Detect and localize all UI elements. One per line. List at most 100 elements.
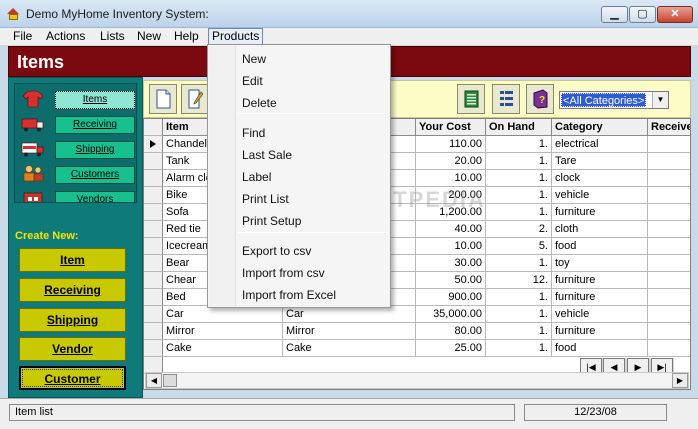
menu-item-edit[interactable]: Edit (209, 70, 389, 92)
cell-on-hand[interactable]: 1. (486, 323, 552, 340)
cell-on-hand[interactable]: 2. (486, 221, 552, 238)
horizontal-scrollbar[interactable]: ◀ ▶ (145, 372, 689, 389)
cell-category[interactable]: clock (552, 170, 648, 187)
column-header-received[interactable]: Receive (648, 119, 690, 136)
cell-received[interactable] (648, 187, 690, 204)
cell-your-cost[interactable]: 110.00 (416, 136, 486, 153)
cell-received[interactable] (648, 136, 690, 153)
cell-your-cost[interactable]: 80.00 (416, 323, 486, 340)
create-receiving-button[interactable]: Receiving (19, 278, 126, 302)
chevron-down-icon[interactable]: ▼ (652, 92, 668, 108)
menu-actions[interactable]: Actions (43, 28, 88, 46)
menu-item-new[interactable]: New (209, 48, 389, 70)
new-document-button[interactable] (149, 84, 177, 114)
cell-received[interactable] (648, 306, 690, 323)
edit-button[interactable] (181, 84, 209, 114)
create-item-button[interactable]: Item (19, 248, 126, 272)
cell-your-cost[interactable]: 50.00 (416, 272, 486, 289)
menu-item-import-from-excel[interactable]: Import from Excel (209, 284, 389, 306)
menu-file[interactable]: File (10, 28, 35, 46)
menu-lists[interactable]: Lists (97, 28, 128, 46)
report-button[interactable] (457, 84, 485, 114)
cell-on-hand[interactable]: 12. (486, 272, 552, 289)
row-indicator[interactable] (144, 255, 163, 272)
row-indicator[interactable] (144, 204, 163, 221)
row-indicator[interactable] (144, 187, 163, 204)
cell-received[interactable] (648, 289, 690, 306)
help-book-button[interactable]: ? (526, 84, 554, 114)
cell-category[interactable]: food (552, 238, 648, 255)
column-header-on-hand[interactable]: On Hand (486, 119, 552, 136)
menu-item-print-list[interactable]: Print List (209, 188, 389, 210)
cell-your-cost[interactable]: 30.00 (416, 255, 486, 272)
cell-your-cost[interactable]: 25.00 (416, 340, 486, 357)
cell-your-cost[interactable]: 35,000.00 (416, 306, 486, 323)
cell-on-hand[interactable]: 1. (486, 170, 552, 187)
create-customer-button[interactable]: Customer (19, 366, 126, 390)
nav-customers-button[interactable]: Customers (55, 166, 135, 184)
cell-received[interactable] (648, 323, 690, 340)
cell-category[interactable]: cloth (552, 221, 648, 238)
row-indicator[interactable] (144, 136, 163, 153)
scroll-right-icon[interactable]: ▶ (672, 373, 688, 388)
cell-your-cost[interactable]: 10.00 (416, 170, 486, 187)
cell-category[interactable]: food (552, 340, 648, 357)
nav-shipping-button[interactable]: Shipping (55, 141, 135, 159)
menu-item-import-from-csv[interactable]: Import from csv (209, 262, 389, 284)
menu-item-delete[interactable]: Delete (209, 92, 389, 114)
column-header-your-cost[interactable]: Your Cost (416, 119, 486, 136)
nav-items-button[interactable]: Items (55, 91, 135, 109)
create-vendor-button[interactable]: Vendor (19, 337, 126, 361)
menu-item-print-setup[interactable]: Print Setup (209, 210, 389, 232)
cell-on-hand[interactable]: 1. (486, 255, 552, 272)
cell-category[interactable]: Tare (552, 153, 648, 170)
scroll-thumb[interactable] (163, 374, 177, 387)
menu-item-last-sale[interactable]: Last Sale (209, 144, 389, 166)
cell-on-hand[interactable]: 1. (486, 289, 552, 306)
row-indicator[interactable] (144, 238, 163, 255)
category-select[interactable]: <All Categories> ▼ (559, 91, 669, 109)
cell-category[interactable]: furniture (552, 323, 648, 340)
close-button[interactable]: ✕ (657, 6, 693, 23)
cell-on-hand[interactable]: 1. (486, 136, 552, 153)
row-indicator[interactable] (144, 272, 163, 289)
cell-received[interactable] (648, 153, 690, 170)
cell-on-hand[interactable]: 1. (486, 153, 552, 170)
column-header-category[interactable]: Category (552, 119, 648, 136)
cell-item[interactable]: Mirror (163, 323, 283, 340)
menu-item-export-to-csv[interactable]: Export to csv (209, 240, 389, 262)
cell-category[interactable]: vehicle (552, 187, 648, 204)
cell-item[interactable]: Car (163, 306, 283, 323)
cell-on-hand[interactable]: 1. (486, 340, 552, 357)
cell-received[interactable] (648, 170, 690, 187)
menu-new[interactable]: New (134, 28, 164, 46)
create-shipping-button[interactable]: Shipping (19, 308, 126, 332)
cell-category[interactable]: furniture (552, 289, 648, 306)
cell-on-hand[interactable]: 1. (486, 204, 552, 221)
cell-description[interactable]: Mirror (283, 323, 416, 340)
row-indicator[interactable] (144, 153, 163, 170)
cell-your-cost[interactable]: 40.00 (416, 221, 486, 238)
row-indicator[interactable] (144, 170, 163, 187)
row-indicator[interactable] (144, 340, 163, 357)
cell-received[interactable] (648, 255, 690, 272)
row-indicator[interactable] (144, 306, 163, 323)
cell-description[interactable]: Car (283, 306, 416, 323)
cell-received[interactable] (648, 340, 690, 357)
menu-item-label[interactable]: Label (209, 166, 389, 188)
cell-item[interactable]: Cake (163, 340, 283, 357)
scroll-left-icon[interactable]: ◀ (146, 373, 162, 388)
cell-on-hand[interactable]: 5. (486, 238, 552, 255)
cell-on-hand[interactable]: 1. (486, 187, 552, 204)
nav-vendors-button[interactable]: Vendors (55, 191, 135, 202)
cell-category[interactable]: vehicle (552, 306, 648, 323)
list-view-button[interactable] (492, 84, 520, 114)
cell-category[interactable]: furniture (552, 204, 648, 221)
nav-receiving-button[interactable]: Receiving (55, 116, 135, 134)
row-indicator[interactable] (144, 221, 163, 238)
cell-your-cost[interactable]: 900.00 (416, 289, 486, 306)
cell-received[interactable] (648, 272, 690, 289)
cell-received[interactable] (648, 204, 690, 221)
maximize-button[interactable]: ▢ (629, 6, 656, 23)
cell-on-hand[interactable]: 1. (486, 306, 552, 323)
